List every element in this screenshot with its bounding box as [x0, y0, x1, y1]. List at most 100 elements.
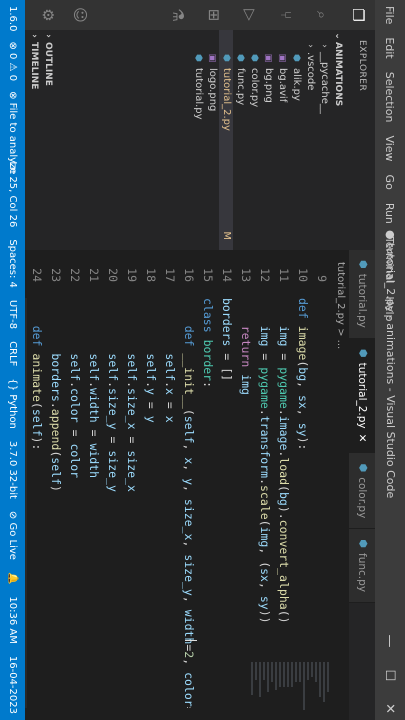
modified-badge: M	[221, 231, 232, 240]
line-number: 10	[296, 268, 310, 282]
code-line: borders = []	[220, 298, 234, 382]
cursor-position[interactable]: Ln 25, Col 26	[7, 161, 18, 227]
python-file-icon: ⬢	[357, 260, 368, 269]
python-file-icon: ⬢	[291, 54, 301, 62]
code-line: self.size_y = size_y	[106, 353, 120, 492]
encoding[interactable]: UTF-8	[7, 300, 18, 329]
line-number: 12	[258, 268, 272, 282]
tab-label: tutorial_2.py	[356, 362, 368, 429]
tree-item-label: .vscode	[305, 52, 316, 91]
go-live-button[interactable]: ⊘ Go Live	[7, 511, 18, 560]
tab-tutorial-2[interactable]: ⬢ tutorial_2.py ✕	[349, 338, 375, 454]
timeline-header[interactable]: › TIMELINE	[27, 30, 41, 250]
tab-color[interactable]: ⬢ color.py	[349, 453, 375, 530]
window-controls: — ☐ ✕	[375, 634, 405, 714]
menu-run[interactable]: Run	[384, 203, 397, 224]
vscode-window: File Edit Selection View Go Run Terminal…	[0, 0, 405, 720]
window-title: ● tutorial_2.py - animations - Visual St…	[384, 230, 397, 499]
tree-item-label: logo.png	[207, 68, 218, 112]
bell-icon[interactable]: 🔔	[7, 572, 18, 584]
chevron-right-icon: ›	[43, 34, 53, 38]
close-button[interactable]: ✕	[383, 703, 398, 714]
menu-view[interactable]: View	[384, 135, 397, 161]
remote-indicator[interactable]: 1.6.0	[7, 6, 18, 31]
menu-file[interactable]: File	[384, 6, 397, 24]
code-text[interactable]: def image(bg, sx, sy): img = pygame.imag…	[0, 298, 331, 708]
python-file-icon: ⬢	[249, 54, 259, 62]
code-line: borders.append(self)	[49, 353, 63, 492]
tree-item-bg-png[interactable]: ▣ bg.png	[261, 30, 275, 250]
tree-item-pycache[interactable]: › __pycache__	[317, 30, 331, 250]
activity-bar: ❐ ⌕ ⑂ ▷ ⊞ ⚗ ☺ ⚙	[25, 0, 375, 30]
code-line: self.width = width	[87, 353, 101, 479]
close-icon[interactable]: ✕	[349, 434, 375, 443]
minimize-button[interactable]: —	[383, 634, 398, 647]
chevron-down-icon: ⌄	[333, 32, 343, 40]
menu-go[interactable]: Go	[384, 175, 397, 190]
outline-panels: › OUTLINE › TIMELINE	[27, 30, 55, 250]
tab-func[interactable]: ⬢ func.py	[349, 529, 375, 604]
breadcrumb[interactable]: tutorial_2.py > ...	[331, 250, 349, 349]
tree-item-label: tutorial.py	[193, 68, 204, 120]
explorer-sidebar: EXPLORER ⌄ ANIMATIONS › __pycache__ › .v…	[25, 30, 375, 250]
tree-item-logo[interactable]: ▣ logo.png	[205, 30, 219, 250]
testing-icon[interactable]: ⚗	[169, 6, 187, 24]
line-number: 23	[49, 268, 63, 282]
python-interpreter[interactable]: 3.7.0 32-bit	[7, 441, 18, 499]
line-number: 18	[144, 268, 158, 282]
python-file-icon: ⬢	[235, 54, 245, 62]
code-line: self.color = color	[68, 353, 82, 479]
source-control-icon[interactable]: ⑂	[277, 6, 295, 24]
chevron-right-icon: ›	[319, 44, 329, 48]
image-file-icon: ▣	[263, 53, 273, 63]
clock-date: 16-04-2023	[7, 655, 18, 714]
line-number: 17	[163, 268, 177, 282]
tree-item-tutorial-2[interactable]: ⬢ tutorial_2.py M	[219, 30, 233, 250]
line-number: 14	[220, 268, 234, 282]
maximize-button[interactable]: ☐	[383, 669, 398, 681]
code-editor[interactable]: 9 10 11 12 13 14 15 16 17 18 19 20 21 22…	[0, 250, 331, 720]
outline-label: OUTLINE	[43, 42, 53, 86]
line-number: 16	[182, 268, 196, 282]
image-file-icon: ▣	[277, 53, 287, 63]
tree-item-color[interactable]: ⬢ color.py	[247, 30, 261, 250]
code-line: return img	[239, 325, 253, 395]
code-line: img = pygame.transform.scale(img, (sx, s…	[258, 325, 272, 624]
editor-tabs: ⬢ tutorial.py ⬢ tutorial_2.py ✕ ⬢ color.…	[349, 250, 375, 720]
manage-gear-icon[interactable]: ⚙	[39, 6, 57, 24]
python-file-icon: ⬢	[193, 54, 203, 62]
account-icon[interactable]: ☺	[71, 6, 89, 24]
tree-item-label: bg.avif	[277, 68, 288, 103]
line-ending[interactable]: CRLF	[7, 341, 18, 366]
line-number: 22	[68, 268, 82, 282]
menu-selection[interactable]: Selection	[384, 72, 397, 123]
minimap[interactable]	[25, 662, 331, 712]
code-line: self.y = y	[144, 353, 158, 423]
tree-item-func[interactable]: ⬢ func.py	[233, 30, 247, 250]
explorer-title: EXPLORER	[357, 40, 367, 92]
search-icon[interactable]: ⌕	[313, 6, 331, 24]
tree-item-alik[interactable]: ⬢ alik.py	[289, 30, 303, 250]
tab-label: color.py	[356, 477, 368, 519]
python-file-icon: ⬢	[357, 463, 368, 473]
tree-item-vscode[interactable]: › .vscode	[303, 30, 317, 250]
tree-item-bg-avif[interactable]: ▣ bg.avif	[275, 30, 289, 250]
outline-header[interactable]: › OUTLINE	[41, 30, 55, 250]
tab-tutorial[interactable]: ⬢ tutorial.py	[349, 250, 375, 339]
chevron-right-icon: ›	[29, 34, 39, 38]
section-header[interactable]: ⌄ ANIMATIONS	[331, 30, 345, 250]
tree-item-label: func.py	[235, 68, 246, 106]
indentation[interactable]: Spaces: 4	[7, 239, 18, 288]
run-debug-icon[interactable]: ▷	[241, 6, 259, 24]
language-mode[interactable]: {} Python	[7, 378, 18, 429]
code-line: class border:	[201, 298, 215, 389]
tree-item-label: color.py	[249, 68, 260, 108]
extensions-icon[interactable]: ⊞	[205, 6, 223, 24]
tree-item-tutorial[interactable]: ⬢ tutorial.py	[191, 30, 205, 250]
line-number: 21	[87, 268, 101, 282]
explorer-icon[interactable]: ❐	[349, 6, 367, 24]
problems-indicator[interactable]: ⊗ 0 ⚠ 0	[7, 41, 18, 81]
line-number: 19	[125, 268, 139, 282]
menu-edit[interactable]: Edit	[384, 37, 397, 58]
